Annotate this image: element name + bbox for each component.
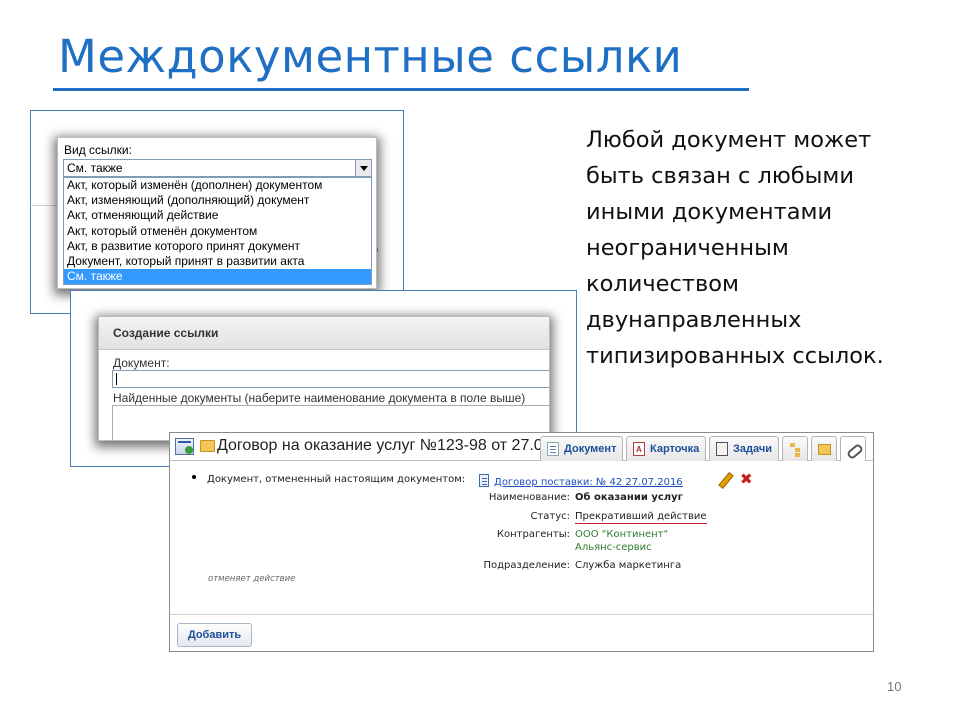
link-type-option[interactable]: Акт, который изменён (дополнен) документ… [64, 178, 371, 193]
field-value-contractor: ООО "Континент" [575, 529, 669, 540]
link-type-option[interactable]: Документ, который принят в развитии акта [64, 254, 371, 269]
tree-icon [789, 442, 801, 456]
link-type-option-selected[interactable]: См. также [64, 269, 371, 285]
delete-icon[interactable]: ✖ [740, 472, 753, 487]
folder-icon [200, 440, 215, 452]
document-icon [479, 474, 489, 487]
document-icon [547, 442, 559, 456]
link-note: отменяет действие [208, 574, 296, 584]
field-label-name: Наименование: [488, 492, 570, 503]
document-window: Договор на оказание услуг №123-98 от 27.… [169, 432, 874, 652]
card-icon [633, 438, 645, 462]
tab-document[interactable]: Документ [540, 436, 623, 461]
folder-icon [818, 444, 831, 455]
tab-tree[interactable] [782, 436, 808, 461]
page-number: 10 [887, 679, 902, 694]
link-type-option[interactable]: Акт, который отменён документом [64, 224, 371, 239]
link-type-option[interactable]: Акт, изменяющий (дополняющий) документ [64, 193, 371, 208]
create-link-dialog: Создание ссылки Документ: Найденные доку… [98, 316, 550, 441]
tab-folder[interactable] [811, 436, 837, 461]
title-underline [53, 88, 749, 91]
field-value-department: Служба маркетинга [575, 560, 682, 571]
document-search-input[interactable] [112, 370, 549, 388]
link-type-option[interactable]: Акт, в развитие которого принят документ [64, 239, 371, 254]
tab-tasks[interactable]: Задачи [709, 436, 779, 461]
slide-body-text: Любой документ может быть связан с любым… [586, 127, 884, 369]
tasks-icon [716, 442, 728, 456]
link-type-text: Документ, отмененный настоящим документо… [207, 474, 466, 485]
tab-card[interactable]: Карточка [626, 436, 706, 462]
linked-document-link[interactable]: Договор поставки: № 42 27.07.2016 [494, 477, 683, 488]
link-type-popup: Вид ссылки: См. также Акт, который измен… [57, 137, 377, 289]
link-type-option[interactable]: Акт, отменяющий действие [64, 208, 371, 223]
app-document-icon [175, 438, 194, 455]
link-type-label: Вид ссылки: [64, 143, 132, 157]
field-value-contractor: Альянс-сервис [575, 542, 652, 553]
link-icon [847, 442, 859, 456]
document-title: Договор на оказание услуг №123-98 от 27.… [217, 437, 547, 454]
tab-label: Документ [564, 443, 617, 455]
document-field-label: Документ: [113, 356, 170, 370]
field-label-department: Подразделение: [483, 560, 570, 571]
tab-links[interactable] [840, 436, 866, 461]
divider [170, 614, 873, 615]
link-type-options: Акт, который изменён (дополнен) документ… [63, 177, 372, 286]
slide-title: Междокументные ссылки [58, 30, 683, 83]
field-label-contractors: Контрагенты: [496, 529, 570, 540]
list-bullet [192, 475, 196, 479]
found-documents-label: Найденные документы (наберите наименован… [113, 391, 526, 405]
field-label-status: Статус: [530, 511, 570, 522]
link-type-select[interactable]: См. также [63, 159, 372, 177]
add-button[interactable]: Добавить [177, 623, 252, 647]
tab-label: Карточка [650, 443, 700, 455]
dialog-header: Создание ссылки [99, 317, 549, 350]
chevron-down-icon[interactable] [355, 160, 371, 176]
field-value-name: Об оказании услуг [575, 492, 683, 503]
tab-label: Задачи [733, 443, 772, 455]
field-value-status: Прекративший действие [575, 511, 707, 524]
pencil-icon[interactable] [718, 473, 732, 487]
document-header: Договор на оказание услуг №123-98 от 27.… [170, 433, 873, 462]
link-type-selected-value: См. также [67, 161, 123, 175]
